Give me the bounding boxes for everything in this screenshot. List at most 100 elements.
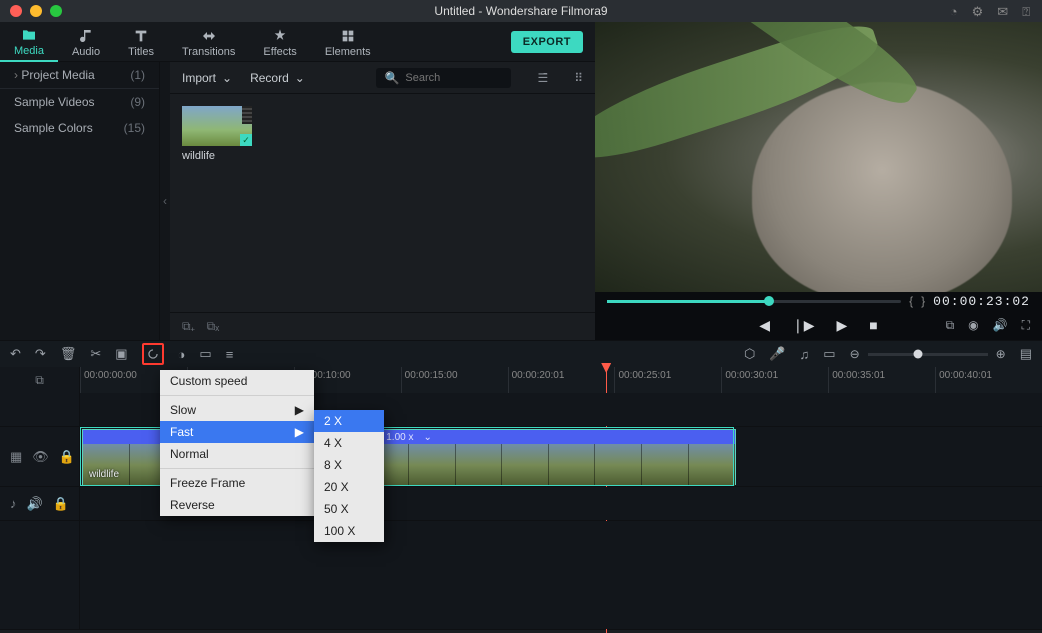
voiceover-icon[interactable]: 🎤	[769, 346, 785, 362]
zoom-in-button[interactable]: ⊕	[996, 347, 1006, 361]
export-button[interactable]: EXPORT	[511, 31, 583, 53]
tab-audio[interactable]: Audio	[58, 23, 114, 61]
record-dropdown[interactable]: Record⌄	[250, 71, 305, 85]
mute-icon[interactable]: 🔊	[27, 496, 43, 512]
zoom-out-button[interactable]: ⊖	[850, 347, 860, 361]
grid-view-icon[interactable]: ⠿	[574, 71, 583, 85]
remove-folder-icon[interactable]: ⧉ₓ	[207, 319, 220, 334]
track-manager-icon[interactable]: ⧉	[0, 367, 80, 393]
speed-button[interactable]	[142, 343, 164, 365]
set-in-point-icon[interactable]: {	[909, 294, 913, 308]
submenu-item-100x[interactable]: 100 X	[314, 520, 384, 542]
marker-icon[interactable]: ⬡	[744, 346, 755, 362]
overlay-track-gutter	[0, 393, 80, 426]
delete-button[interactable]: 🗑	[60, 346, 77, 362]
settings-icon[interactable]: ⚙	[972, 4, 984, 20]
scrubber-knob[interactable]	[764, 296, 774, 306]
sidebar-item-sample-videos[interactable]: Sample Videos (9)	[0, 89, 159, 115]
color-button[interactable]: ◑	[178, 347, 186, 362]
main-tabs: Media Audio Titles Transitions Effects E…	[0, 22, 595, 62]
preview-video[interactable]	[595, 22, 1042, 292]
media-clip[interactable]: ✓ wildlife	[182, 106, 252, 162]
scrubber: { } 00:00:23:02	[595, 292, 1042, 310]
minimize-window-button[interactable]	[30, 5, 42, 17]
music-icon	[78, 28, 94, 44]
menu-item-slow[interactable]: Slow▶	[160, 399, 314, 421]
split-button[interactable]: ✂	[90, 346, 101, 362]
visibility-icon[interactable]: 👁	[32, 449, 49, 465]
checkmark-icon: ✓	[240, 134, 252, 146]
submenu-item-2x[interactable]: 2 X	[314, 410, 384, 432]
redo-button[interactable]: ↷	[35, 346, 46, 362]
user-icon[interactable]: ◔	[950, 4, 958, 20]
titlebar: Untitled - Wondershare Filmora9 ◔ ⚙ ✉ ⍰	[0, 0, 1042, 22]
green-screen-button[interactable]: ▭	[199, 346, 211, 362]
chevron-down-icon: ⌄	[295, 71, 305, 85]
mixer-icon[interactable]: ♫	[800, 347, 810, 362]
lock-icon[interactable]: 🔒	[59, 449, 75, 465]
video-track-gutter: ▦ 👁 🔒	[0, 427, 80, 486]
speed-submenu: 2 X 4 X 8 X 20 X 50 X 100 X	[314, 410, 384, 542]
scrubber-track[interactable]	[607, 300, 901, 303]
search-box[interactable]: 🔍	[376, 68, 511, 88]
fullscreen-icon[interactable]: ⛶	[1022, 318, 1030, 333]
chevron-down-icon: ⌄	[222, 71, 232, 85]
help-icon[interactable]: ⍰	[1022, 4, 1030, 20]
tab-elements[interactable]: Elements	[311, 23, 385, 61]
timeline-layout-icon[interactable]: ▤	[1020, 346, 1032, 362]
menu-item-custom-speed[interactable]: Custom speed	[160, 370, 314, 392]
sidebar-item-sample-colors[interactable]: Sample Colors (15)	[0, 115, 159, 141]
zoom-slider[interactable]	[868, 353, 988, 356]
search-input[interactable]	[405, 72, 503, 84]
quality-icon[interactable]: ⧉	[946, 318, 955, 333]
preview-panel: { } 00:00:23:02 ◀ ❘▶ ▶ ■ ⧉ ◉ 🔊 ⛶	[595, 22, 1042, 340]
volume-icon[interactable]: 🔊	[993, 318, 1008, 333]
filter-icon[interactable]: ☰̄	[537, 71, 548, 85]
sidebar-footer: ⧉₊ ⧉ₓ	[170, 312, 595, 340]
menu-item-fast[interactable]: Fast▶	[160, 421, 314, 443]
submenu-item-20x[interactable]: 20 X	[314, 476, 384, 498]
add-folder-icon[interactable]: ⧉₊	[182, 319, 195, 334]
menu-item-freeze-frame[interactable]: Freeze Frame	[160, 472, 314, 494]
filmstrip-icon: ▦	[10, 449, 22, 465]
timeline-toolbar: ↶ ↷ 🗑 ✂ ▣ ◑ ▭ ≡ ⬡ 🎤 ♫ ▭ ⊖ ⊕ ▤	[0, 341, 1042, 367]
zoom-control: ⊖ ⊕	[850, 347, 1006, 361]
menu-item-normal[interactable]: Normal	[160, 443, 314, 465]
sidebar-item-project-media[interactable]: › Project Media (1)	[0, 62, 159, 89]
tab-media[interactable]: Media	[0, 22, 58, 62]
stop-button[interactable]: ■	[869, 317, 877, 333]
window-title: Untitled - Wondershare Filmora9	[434, 4, 607, 18]
submenu-item-50x[interactable]: 50 X	[314, 498, 384, 520]
media-toolbar: Import⌄ Record⌄ 🔍 ☰̄ ⠿	[170, 62, 595, 94]
prev-frame-button[interactable]: ◀	[759, 317, 770, 334]
submenu-item-8x[interactable]: 8 X	[314, 454, 384, 476]
submenu-arrow-icon: ▶	[295, 403, 304, 417]
titles-icon	[133, 28, 149, 44]
timecode-display: 00:00:23:02	[933, 294, 1030, 309]
step-back-button[interactable]: ❘▶	[792, 317, 815, 334]
snapshot-icon[interactable]: ◉	[968, 318, 978, 333]
submenu-arrow-icon: ▶	[295, 425, 304, 439]
effects-icon	[272, 28, 288, 44]
undo-button[interactable]: ↶	[10, 346, 21, 362]
music-icon: ♪	[10, 496, 17, 511]
crop-button[interactable]: ▣	[115, 346, 127, 362]
sidebar-collapse-handle[interactable]: ‹	[160, 62, 170, 340]
media-sidebar: › Project Media (1) Sample Videos (9) Sa…	[0, 62, 160, 340]
play-button[interactable]: ▶	[837, 317, 848, 334]
close-window-button[interactable]	[10, 5, 22, 17]
set-out-point-icon[interactable]: }	[921, 294, 925, 308]
tab-titles[interactable]: Titles	[114, 23, 168, 61]
maximize-window-button[interactable]	[50, 5, 62, 17]
submenu-item-4x[interactable]: 4 X	[314, 432, 384, 454]
render-icon[interactable]: ▭	[823, 346, 835, 362]
timeline-clip-label: wildlife	[89, 469, 119, 480]
tab-transitions[interactable]: Transitions	[168, 23, 249, 61]
speedometer-icon	[146, 347, 160, 361]
lock-icon[interactable]: 🔒	[53, 496, 69, 512]
tab-effects[interactable]: Effects	[249, 23, 310, 61]
menu-item-reverse[interactable]: Reverse	[160, 494, 314, 516]
adjust-button[interactable]: ≡	[226, 347, 234, 362]
notifications-icon[interactable]: ✉	[997, 4, 1008, 20]
import-dropdown[interactable]: Import⌄	[182, 71, 232, 85]
